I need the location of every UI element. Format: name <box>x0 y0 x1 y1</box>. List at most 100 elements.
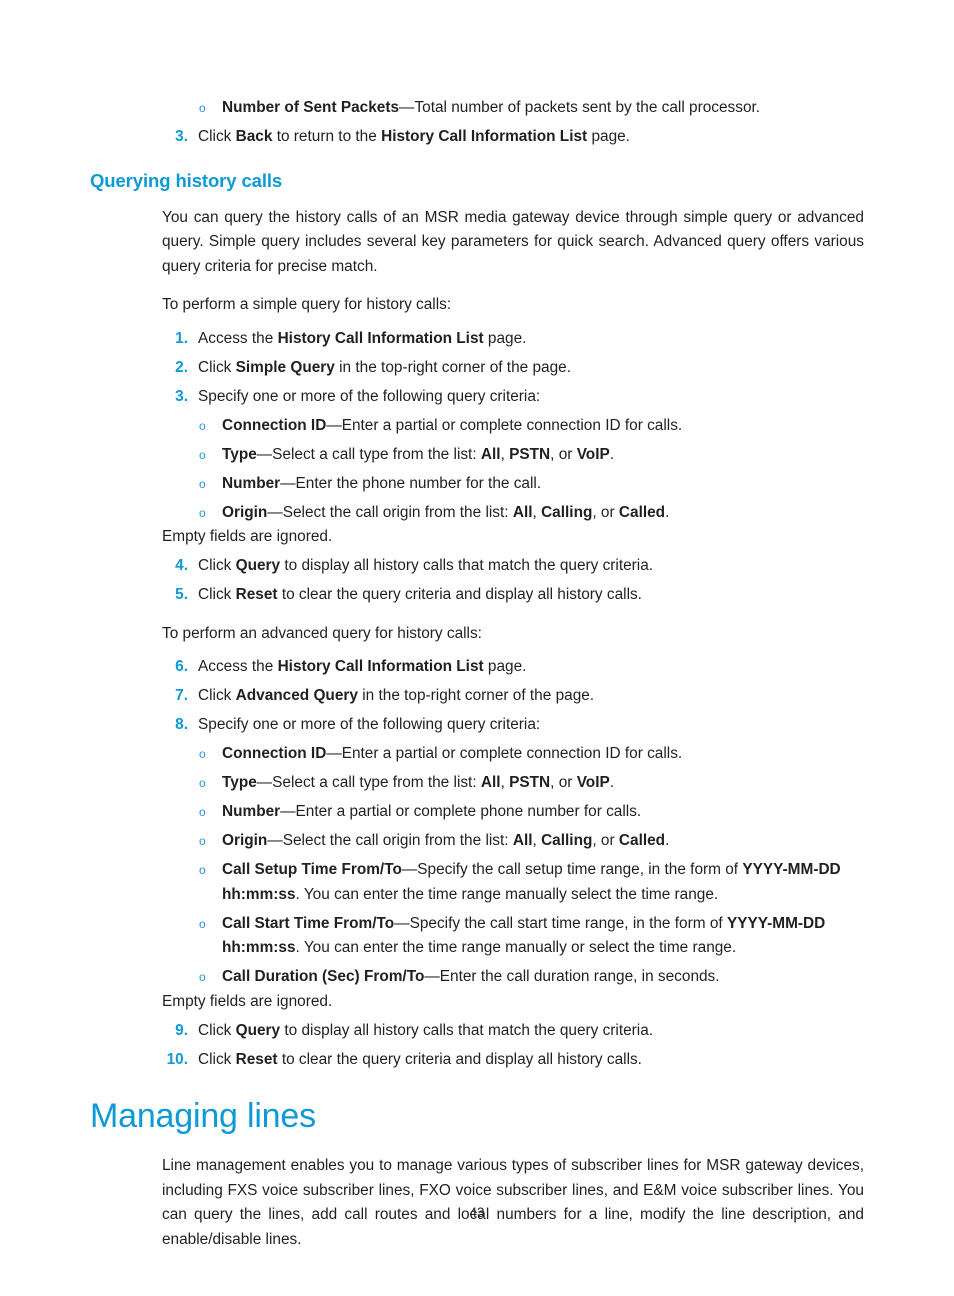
simple-query-steps-tail: 4. Click Query to display all history ca… <box>90 554 864 608</box>
term-label: Call Duration (Sec) From/To <box>222 968 425 985</box>
managing-lines-paragraph: Line management enables you to manage va… <box>162 1157 864 1248</box>
list-number: 1. <box>175 329 188 347</box>
em-dash: — <box>267 503 283 521</box>
empty-fields-note: Empty fields are ignored. <box>162 528 333 545</box>
list-item: 9. Click Query to display all history ca… <box>90 1019 864 1044</box>
step-text-part: to clear the query criteria and display … <box>277 586 642 603</box>
list-number: 3. <box>175 387 188 405</box>
term-label: Origin <box>222 832 268 849</box>
step-text-part: in the top-right corner of the page. <box>357 687 595 704</box>
list-number: 5. <box>175 586 188 603</box>
list-item: o Connection ID—Enter a partial or compl… <box>90 414 864 439</box>
option-value: PSTN <box>509 774 551 791</box>
term-label: Number <box>222 803 281 820</box>
option-value: VoIP <box>576 445 610 463</box>
empty-fields-note-2: Empty fields are ignored. <box>162 992 333 1010</box>
list-item: o Type—Select a call type from the list:… <box>90 443 864 468</box>
em-dash: — <box>326 416 342 434</box>
separator: , or <box>592 503 619 521</box>
list-item: 6. Access the History Call Information L… <box>90 655 864 680</box>
em-dash: — <box>256 445 273 463</box>
step-text-part: page. <box>587 128 630 145</box>
step-text-part: Specify one or more of the following que… <box>198 387 541 405</box>
circle-bullet-icon: o <box>199 776 206 790</box>
term-description-tail: . You can enter the time range manually … <box>295 939 737 956</box>
circle-bullet-icon: o <box>199 916 206 931</box>
step-text-part: page. <box>483 329 527 347</box>
step-text-part: Click <box>198 687 236 704</box>
separator: , <box>532 832 542 849</box>
step-text-part: Access the <box>198 329 278 347</box>
circle-bullet-icon: o <box>199 970 206 984</box>
page-number: 43 <box>469 1205 485 1220</box>
list-item: 3. Click Back to return to the History C… <box>90 125 864 150</box>
ui-label: Back <box>235 128 273 145</box>
list-item: o Connection ID—Enter a partial or compl… <box>90 742 864 767</box>
circle-bullet-icon: o <box>199 447 206 462</box>
option-value: All <box>512 832 533 849</box>
option-value: VoIP <box>576 774 610 791</box>
step-text-part: Click <box>198 1021 236 1039</box>
list-number: 9. <box>175 1021 188 1039</box>
term-description: Specify the call start time range, in th… <box>409 914 727 932</box>
list-item: 8. Specify one or more of the following … <box>90 713 864 738</box>
circle-bullet-icon: o <box>199 834 206 848</box>
step-text-part: to display all history calls that match … <box>280 1021 654 1039</box>
separator: , <box>532 503 542 521</box>
separator: , or <box>550 445 577 463</box>
list-item: 10. Click Reset to clear the query crite… <box>90 1048 864 1073</box>
term-description: Enter the phone number for the call. <box>295 474 542 492</box>
period: . <box>665 832 670 849</box>
list-number: 10. <box>166 1050 188 1068</box>
period: . <box>609 774 615 791</box>
term-description: Specify the call setup time range, in th… <box>417 861 743 878</box>
em-dash: — <box>401 861 418 878</box>
circle-bullet-icon: o <box>199 418 206 433</box>
list-item: o Origin—Select the call origin from the… <box>90 829 864 854</box>
term-description: Select the call origin from the list: <box>282 503 513 521</box>
list-item: o Origin—Select the call origin from the… <box>90 501 864 526</box>
period: . <box>665 503 670 521</box>
list-item: o Call Setup Time From/To—Specify the ca… <box>90 858 864 907</box>
em-dash: — <box>326 745 342 762</box>
ui-label: Query <box>235 557 281 574</box>
term-description: Enter a partial or complete connection I… <box>341 416 683 434</box>
option-value: Called <box>618 832 666 849</box>
separator: , <box>500 774 510 791</box>
list-item: 4. Click Query to display all history ca… <box>90 554 864 579</box>
term-description: Enter the call duration range, in second… <box>439 968 720 985</box>
advanced-query-steps: 6. Access the History Call Information L… <box>90 655 864 738</box>
step-text-part: Click <box>198 1050 236 1068</box>
circle-bullet-icon: o <box>199 101 206 115</box>
ui-label: Reset <box>235 1050 278 1068</box>
advanced-query-criteria: o Connection ID—Enter a partial or compl… <box>90 742 864 990</box>
term-label: Connection ID <box>222 416 327 434</box>
carryover-step-list: 3. Click Back to return to the History C… <box>90 125 864 150</box>
term-description: Select a call type from the list: <box>272 445 481 463</box>
term-label: Call Setup Time From/To <box>222 861 402 878</box>
ui-label: History Call Information List <box>277 658 484 675</box>
step-text-part: in the top-right corner of the page. <box>334 358 571 376</box>
circle-bullet-icon: o <box>199 863 206 877</box>
em-dash: — <box>399 99 415 116</box>
list-item: o Call Start Time From/To—Specify the ca… <box>90 912 864 961</box>
step-text-part: Click <box>198 358 236 376</box>
separator: , or <box>592 832 619 849</box>
step-text-part: page. <box>483 658 527 675</box>
list-number: 8. <box>175 716 188 733</box>
circle-bullet-icon: o <box>199 747 206 761</box>
list-item: 3. Specify one or more of the following … <box>90 385 864 410</box>
intro-paragraph: You can query the history calls of an MS… <box>162 208 864 275</box>
term-description: Select a call type from the list: <box>272 774 481 791</box>
step-text-part: to clear the query criteria and display … <box>277 1050 642 1068</box>
term-label: Type <box>222 445 257 463</box>
option-value: All <box>480 774 501 791</box>
step-text-part: to return to the <box>272 128 382 145</box>
term-description: Enter a partial or complete phone number… <box>295 803 642 820</box>
term-label: Call Start Time From/To <box>222 914 395 932</box>
ui-label: Simple Query <box>235 358 335 376</box>
separator: , or <box>550 774 577 791</box>
term-description: Total number of packets sent by the call… <box>414 99 761 116</box>
list-item: 1. Access the History Call Information L… <box>90 327 864 352</box>
list-item: 7. Click Advanced Query in the top-right… <box>90 684 864 709</box>
